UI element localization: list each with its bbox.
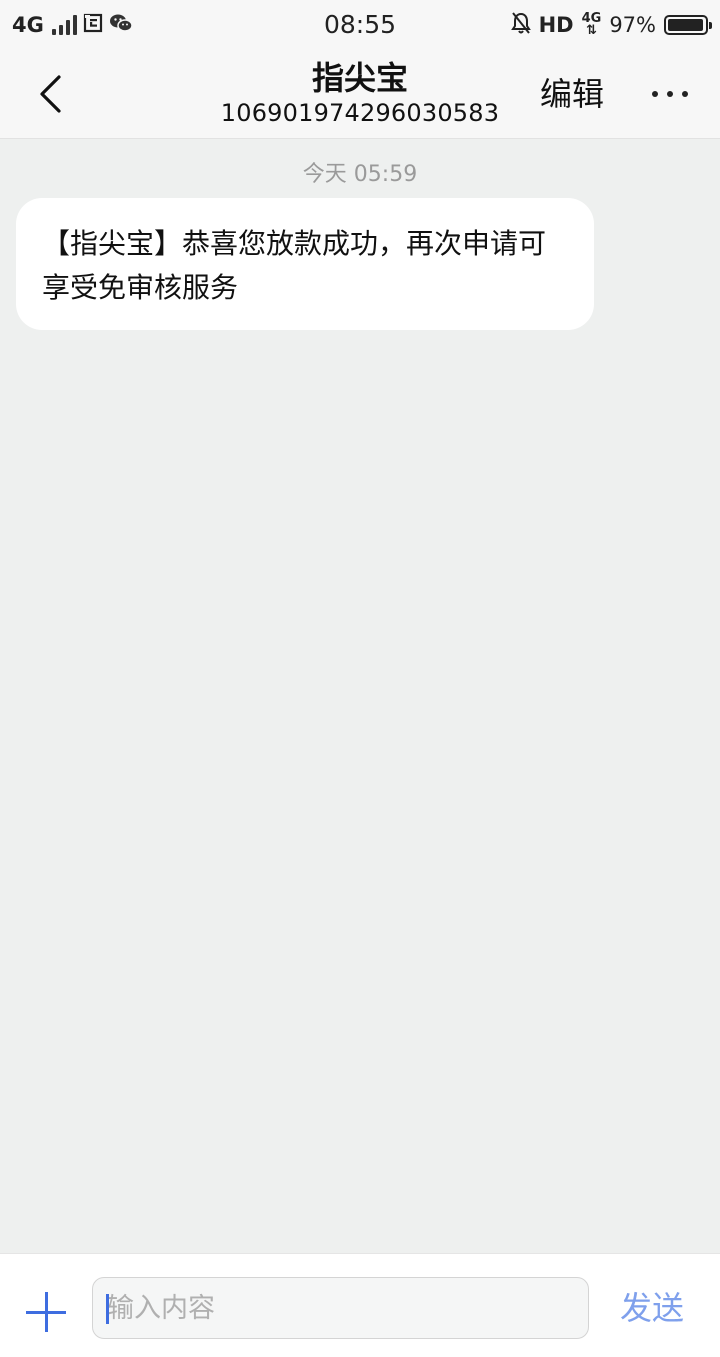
data-arrows-icon: ⇅	[586, 23, 597, 38]
sender-number: 106901974296030583	[220, 99, 500, 127]
mute-bell-icon	[510, 11, 531, 40]
message-input[interactable]	[92, 1277, 589, 1339]
more-dot-icon	[652, 91, 658, 97]
composer-bar: 发送	[0, 1253, 720, 1357]
message-timestamp: 今天 05:59	[302, 162, 418, 187]
conversation-header: 指尖宝 106901974296030583 编辑	[0, 50, 720, 138]
status-right: HD 4G ⇅ 97%	[510, 10, 712, 40]
battery-icon	[664, 15, 712, 35]
add-attachment-button[interactable]	[26, 1292, 66, 1332]
battery-tip	[709, 22, 712, 29]
text-cursor	[106, 1294, 109, 1324]
edit-button[interactable]: 编辑	[540, 72, 604, 116]
battery-fill	[668, 19, 703, 31]
contact-info[interactable]: 指尖宝 106901974296030583	[160, 58, 560, 128]
message-bubble[interactable]: 【指尖宝】恭喜您放款成功，再次申请可享受免审核服务	[16, 198, 594, 330]
status-bar: 4G 08:55 HD 4G ⇅ 97%	[0, 0, 720, 50]
data-4g-icon: 4G ⇅	[582, 12, 602, 38]
more-options-button[interactable]	[648, 72, 692, 116]
more-dot-icon	[667, 91, 673, 97]
chevron-left-icon	[40, 75, 61, 113]
more-dot-icon	[682, 91, 688, 97]
top-bar: 4G 08:55 HD 4G ⇅ 97% 指尖宝 106901974296030…	[0, 0, 720, 139]
contact-name: 指尖宝	[311, 59, 408, 97]
back-button[interactable]	[28, 72, 72, 116]
battery-percent: 97%	[609, 13, 656, 37]
hd-label: HD	[538, 13, 574, 37]
message-text: 【指尖宝】恭喜您放款成功，再次申请可享受免审核服务	[42, 227, 547, 304]
send-button[interactable]: 发送	[620, 1288, 684, 1328]
